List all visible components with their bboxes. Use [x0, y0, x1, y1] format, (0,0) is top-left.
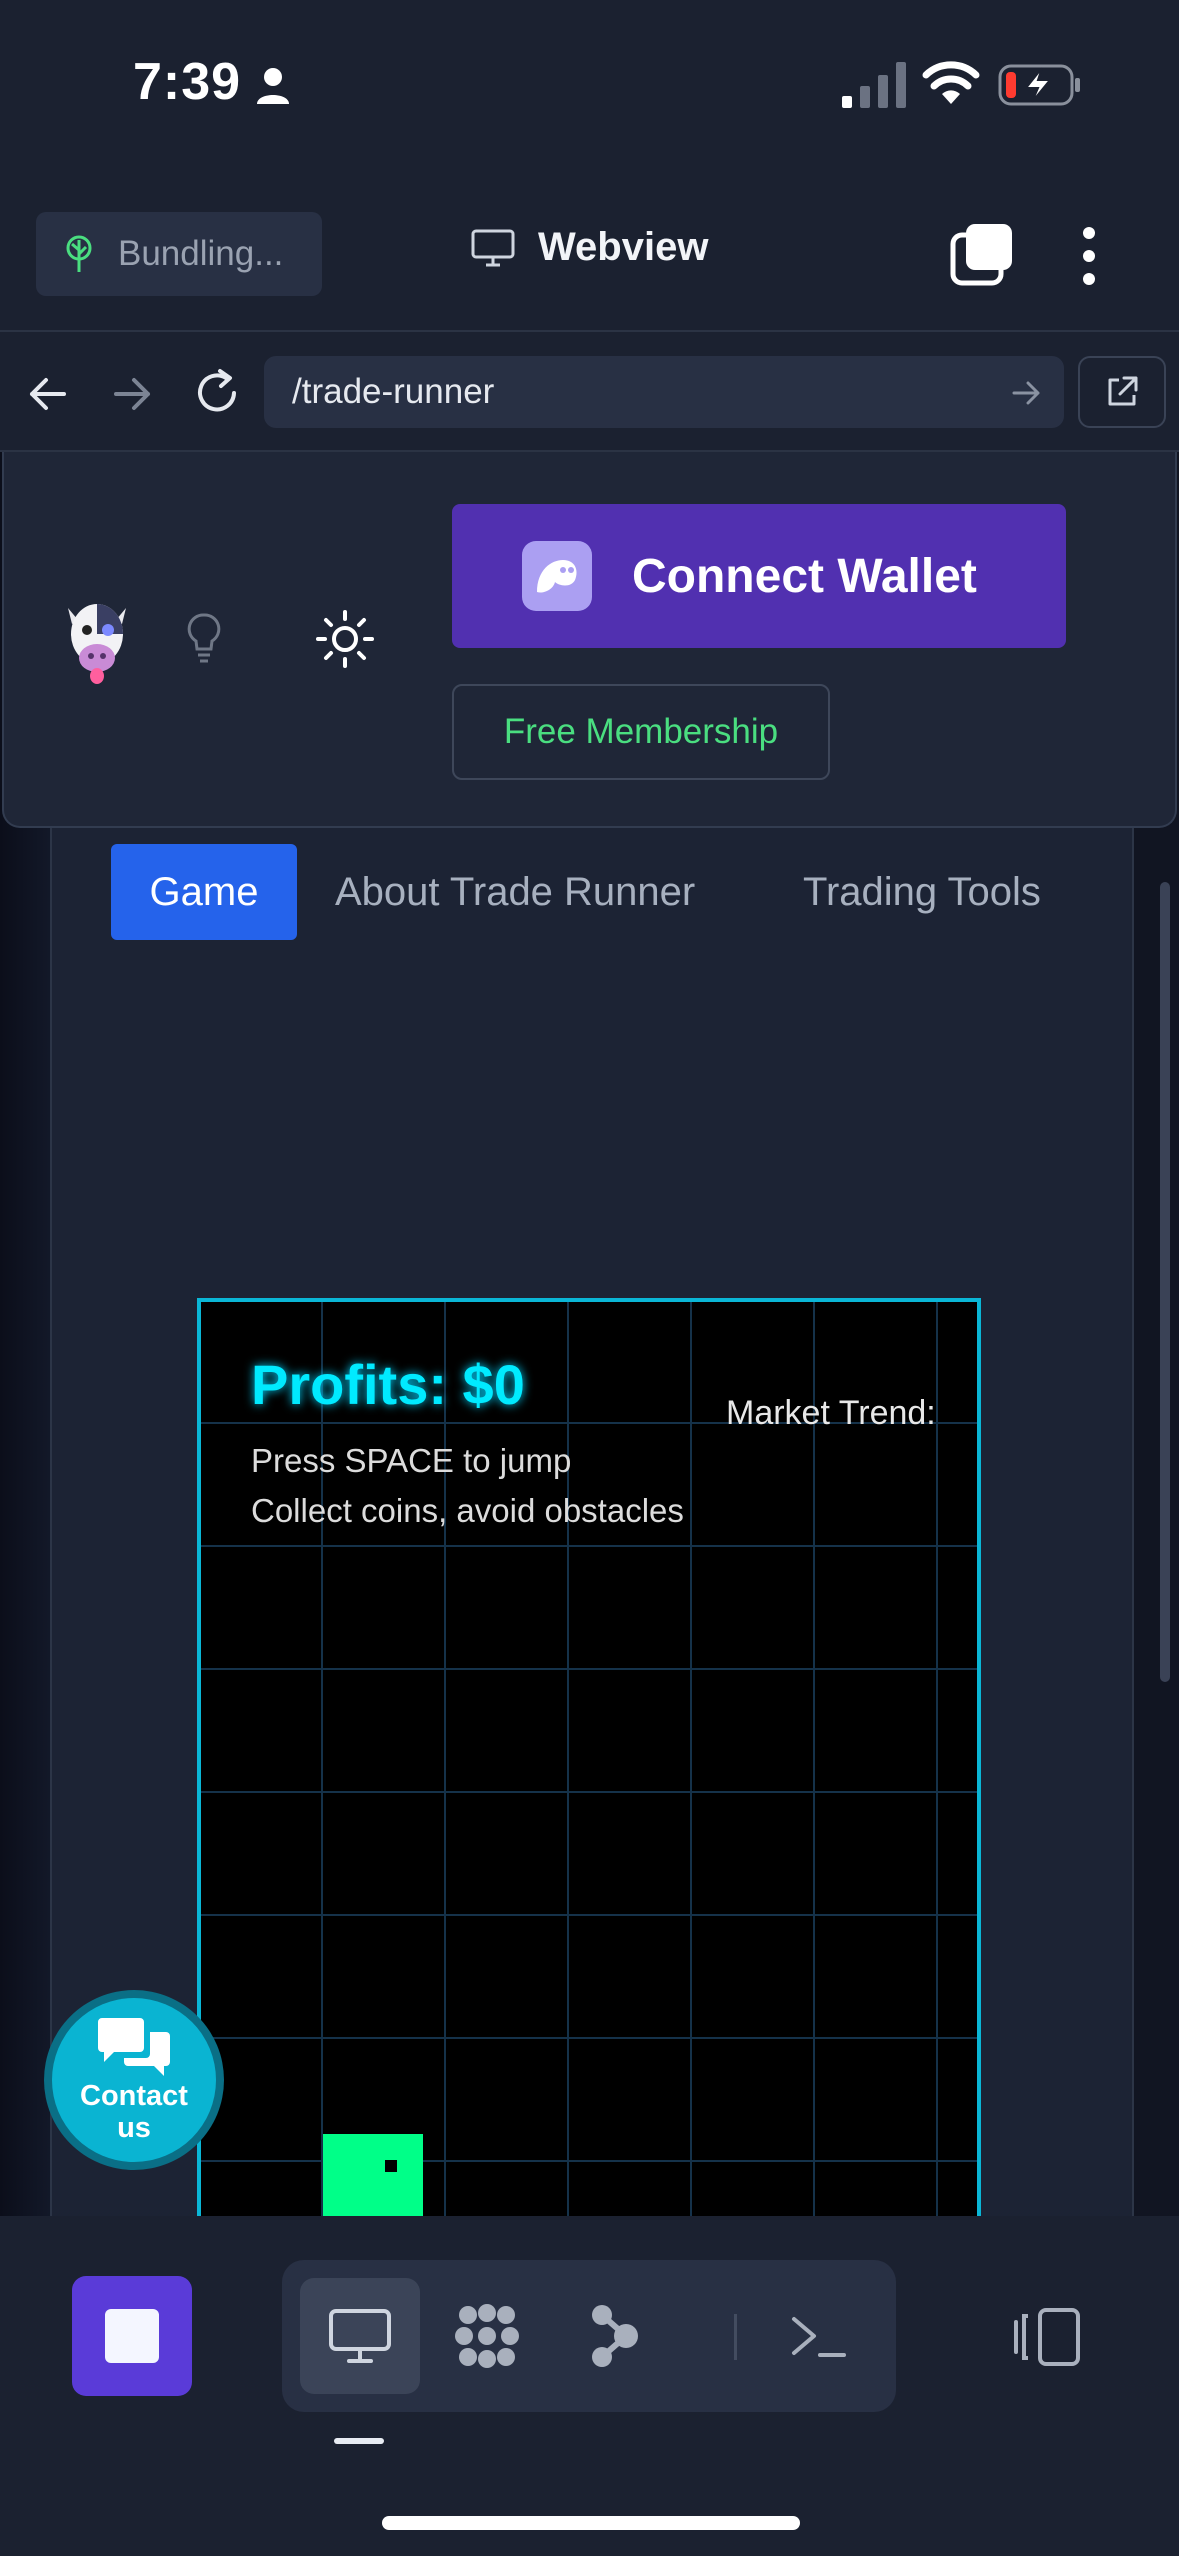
stop-button[interactable]: [72, 2276, 192, 2396]
view-terminal-button[interactable]: [782, 2301, 852, 2376]
view-network-button[interactable]: [580, 2301, 650, 2376]
stop-icon: [105, 2309, 159, 2363]
forward-arrow-icon[interactable]: [108, 370, 156, 418]
profits-counter: Profits: $0: [251, 1353, 525, 1416]
panel-layout-icon[interactable]: [1010, 2306, 1082, 2368]
external-link-icon: [1108, 376, 1138, 406]
toolbar-divider: [0, 330, 1179, 332]
market-trend-label: Market Trend:: [726, 1394, 936, 1432]
reload-icon[interactable]: [190, 366, 244, 420]
active-view-indicator: [334, 2438, 384, 2444]
tab-about-trade-runner[interactable]: About Trade Runner: [335, 844, 695, 940]
cow-logo-icon[interactable]: [62, 590, 132, 686]
tab-game[interactable]: Game: [111, 844, 297, 940]
phantom-ghost-icon: [522, 541, 592, 611]
site-header: Connect Wallet Free Membership: [2, 452, 1177, 828]
go-arrow-icon[interactable]: [1010, 378, 1042, 408]
back-arrow-icon[interactable]: [24, 370, 72, 418]
tree-icon: [66, 235, 92, 272]
expo-dots-icon: [455, 2304, 519, 2368]
connect-wallet-label: Connect Wallet: [632, 549, 977, 603]
terminal-icon: [792, 2317, 846, 2357]
contact-us-label: Contact us: [80, 2080, 188, 2144]
game-grid: [201, 1302, 977, 2216]
more-options-icon[interactable]: [1080, 226, 1098, 286]
bundling-label: Bundling...: [118, 234, 284, 273]
page-scrollbar[interactable]: [1160, 882, 1170, 1682]
open-external-button[interactable]: [1078, 356, 1166, 428]
wifi-icon: [922, 61, 980, 104]
chat-bubbles-icon: [98, 2018, 170, 2076]
cellular-signal-icon: [842, 62, 906, 108]
goal-instruction: Collect coins, avoid obstacles: [251, 1492, 684, 1529]
tab-trading-tools[interactable]: Trading Tools: [803, 844, 1041, 940]
view-webview-button[interactable]: [300, 2278, 420, 2394]
url-text: /trade-runner: [292, 372, 495, 411]
free-membership-label: Free Membership: [503, 712, 779, 751]
tabs-overview-icon[interactable]: [950, 222, 1014, 286]
person-icon: [257, 68, 289, 104]
view-switcher: [282, 2260, 896, 2412]
webview-title-label: Webview: [538, 225, 709, 269]
bottom-dock: [0, 2216, 1179, 2556]
player-character: [323, 2134, 423, 2216]
home-indicator[interactable]: [382, 2516, 800, 2530]
contact-us-button[interactable]: Contact us: [52, 1998, 216, 2162]
monitor-icon: [471, 229, 515, 266]
jump-instruction: Press SPACE to jump: [251, 1442, 572, 1479]
status-time: 7:39: [133, 53, 242, 111]
webview-title: Webview: [470, 225, 708, 270]
bundling-status[interactable]: Bundling...: [36, 212, 322, 296]
monitor-icon: [329, 2309, 391, 2363]
player-eye: [385, 2160, 397, 2172]
lightbulb-icon[interactable]: [186, 612, 222, 666]
view-expo-button[interactable]: [452, 2301, 522, 2376]
sun-theme-icon[interactable]: [316, 610, 374, 668]
connect-wallet-button[interactable]: Connect Wallet: [452, 504, 1066, 648]
network-nodes-icon: [592, 2305, 638, 2367]
game-canvas[interactable]: Profits: $0 Market Trend: Press SPACE to…: [197, 1298, 981, 2216]
url-input[interactable]: /trade-runner: [264, 356, 1064, 428]
webview-page: Connect Wallet Free Membership Game Abou…: [0, 452, 1179, 2216]
battery-charging-icon: [998, 64, 1080, 106]
view-switcher-separator: [734, 2314, 737, 2360]
free-membership-button[interactable]: Free Membership: [452, 684, 830, 780]
